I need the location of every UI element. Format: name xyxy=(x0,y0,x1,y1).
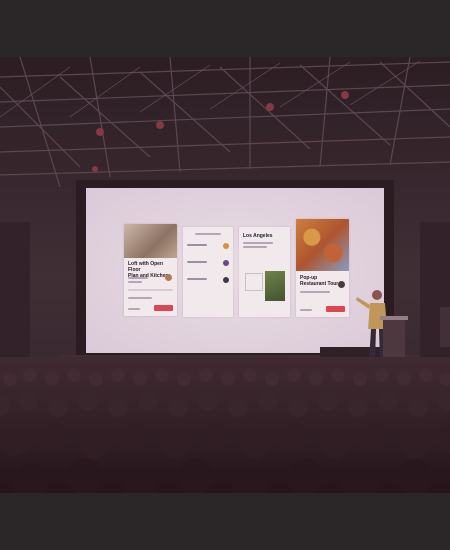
venue-scene xyxy=(0,57,450,493)
podium xyxy=(383,319,405,359)
projection-screen xyxy=(86,188,384,353)
right-equipment xyxy=(440,307,450,347)
podium-top xyxy=(380,316,408,320)
top-letterbox-band xyxy=(0,0,450,57)
bottom-letterbox-band xyxy=(0,493,450,550)
conference-photo: Loft with Open Floor Plan and Kitchen Lo… xyxy=(0,57,450,493)
